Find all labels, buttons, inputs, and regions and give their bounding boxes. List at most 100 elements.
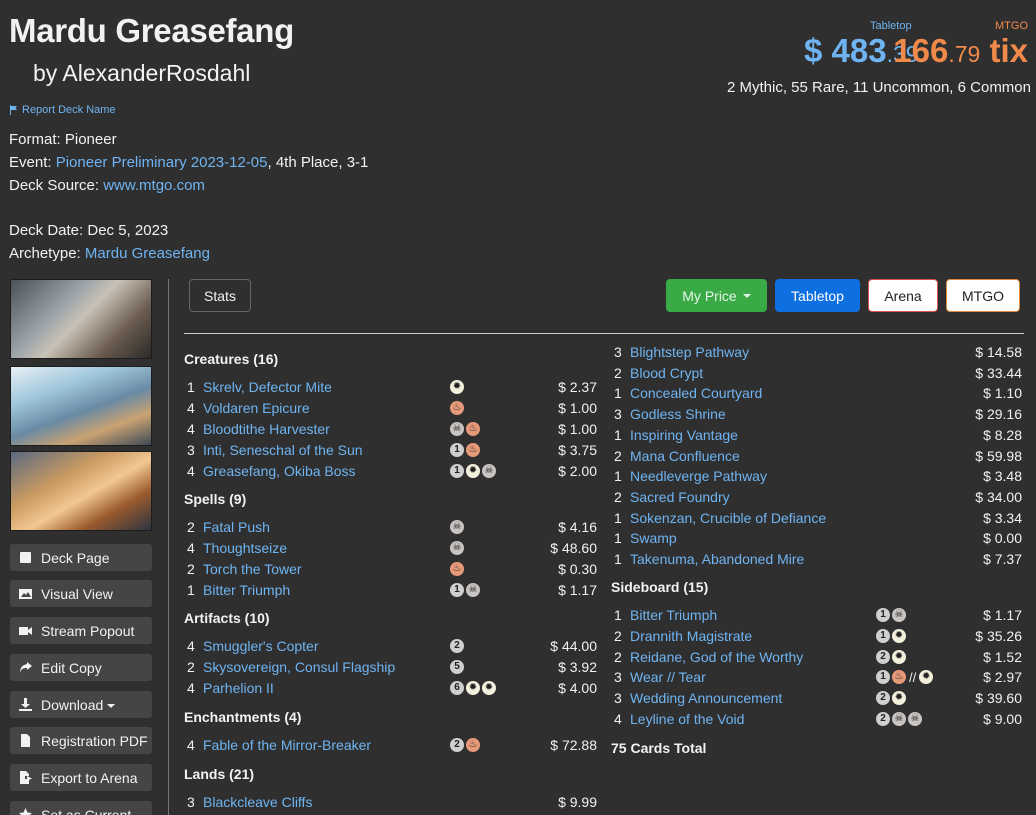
file-pdf-icon <box>21 734 30 747</box>
rarity-summary: 2 Mythic, 55 Rare, 11 Uncommon, 6 Common <box>726 79 1031 96</box>
star-icon <box>19 808 32 815</box>
event-suffix: , 4th Place, 3-1 <box>267 154 369 171</box>
card-name-link[interactable]: Fable of the Mirror-Breaker <box>203 737 371 753</box>
card-quantity: 2 <box>614 488 622 505</box>
visual-view-button[interactable]: Visual View <box>10 580 152 607</box>
card-quantity: 4 <box>187 421 195 437</box>
event-link[interactable]: Pioneer Preliminary 2023-12-05 <box>56 154 268 171</box>
card-price: $ 0.30 <box>558 561 597 577</box>
card-name-link[interactable]: Skrelv, Defector Mite <box>203 379 332 395</box>
generic-mana-icon: 1 <box>876 670 890 685</box>
mana-cost: ✹ <box>450 380 464 394</box>
mtgo-price-button[interactable]: MTGO <box>946 279 1020 312</box>
card-name-link[interactable]: Torch the Tower <box>203 561 302 577</box>
card-name-link[interactable]: Thoughtseize <box>203 540 287 556</box>
card-quantity: 2 <box>614 627 622 644</box>
tabletop-price-main: $ 483 <box>804 32 887 69</box>
card-row: 1 Bitter Triumph 1 ☠ $ 1.17 <box>187 580 597 600</box>
card-name-link[interactable]: Bloodtithe Harvester <box>203 421 330 437</box>
mana-cost: 1 ♨ <box>450 443 480 457</box>
card-price: $ 1.17 <box>558 582 597 598</box>
card-price: $ 9.99 <box>558 794 597 810</box>
card-name-link[interactable]: Takenuma, Abandoned Mire <box>630 551 804 567</box>
card-price: $ 35.26 <box>975 627 1022 644</box>
date-value: Dec 5, 2023 <box>87 222 169 239</box>
card-name-link[interactable]: Leyline of the Void <box>630 711 744 727</box>
set-as-current-button[interactable]: Set as Current <box>10 801 152 815</box>
tabletop-price-label: Tabletop <box>870 20 912 32</box>
download-button[interactable]: Download <box>10 691 152 718</box>
card-name-link[interactable]: Swamp <box>630 530 677 546</box>
date-line: Deck Date: Dec 5, 2023 <box>9 222 168 239</box>
card-name-link[interactable]: Concealed Courtyard <box>630 385 762 401</box>
export-to-arena-button[interactable]: Export to Arena <box>10 764 152 791</box>
white-mana-icon: ✹ <box>450 380 464 394</box>
card-name-link[interactable]: Voldaren Epicure <box>203 400 310 416</box>
card-price: $ 2.37 <box>558 379 597 395</box>
flag-icon <box>10 105 17 115</box>
report-deck-name-link[interactable]: Report Deck Name <box>9 104 116 116</box>
source-line: Deck Source: www.mtgo.com <box>9 177 205 194</box>
my-price-dropdown[interactable]: My Price <box>666 279 767 312</box>
card-name-link[interactable]: Blightstep Pathway <box>630 344 749 360</box>
stream-popout-button[interactable]: Stream Popout <box>10 617 152 644</box>
card-row: 3 Godless Shrine $ 29.16 <box>614 404 1024 424</box>
mtgo-price-main: 166 <box>893 32 949 69</box>
card-name-link[interactable]: Blood Crypt <box>630 365 703 381</box>
card-name-link[interactable]: Fatal Push <box>203 519 270 535</box>
card-name-link[interactable]: Inti, Seneschal of the Sun <box>203 442 363 458</box>
card-quantity: 2 <box>614 447 622 464</box>
card-name-link[interactable]: Greasefang, Okiba Boss <box>203 463 356 479</box>
deck-page-button[interactable]: Deck Page <box>10 544 152 571</box>
card-name-link[interactable]: Wedding Announcement <box>630 690 782 706</box>
card-name-link[interactable]: Bitter Triumph <box>630 607 717 623</box>
card-quantity: 1 <box>187 379 195 395</box>
card-name-link[interactable]: Reidane, God of the Worthy <box>630 649 803 665</box>
card-name-link[interactable]: Bitter Triumph <box>203 582 290 598</box>
sidebar-divider <box>168 279 169 815</box>
stream-popout-label: Stream Popout <box>41 622 135 639</box>
card-name-link[interactable]: Parhelion II <box>203 680 274 696</box>
archetype-link[interactable]: Mardu Greasefang <box>85 245 210 262</box>
section-heading: Enchantments (4) <box>184 709 302 725</box>
export-to-arena-label: Export to Arena <box>41 769 138 786</box>
registration-pdf-button[interactable]: Registration PDF <box>10 727 152 754</box>
card-art-thumbnail[interactable] <box>10 451 152 531</box>
card-price: $ 59.98 <box>975 447 1022 464</box>
card-price: $ 7.37 <box>983 551 1022 567</box>
edit-copy-button[interactable]: Edit Copy <box>10 654 152 681</box>
stats-button[interactable]: Stats <box>189 279 251 312</box>
source-link[interactable]: www.mtgo.com <box>103 177 205 194</box>
card-name-link[interactable]: Sokenzan, Crucible of Defiance <box>630 510 826 526</box>
generic-mana-icon: 2 <box>450 738 464 752</box>
arena-price-button[interactable]: Arena <box>868 279 938 312</box>
mana-cost: 1 ✹ <box>876 628 906 643</box>
card-quantity: 1 <box>614 509 622 526</box>
card-row: 4 Bloodtithe Harvester ☠ ♨ $ 1.00 <box>187 419 597 439</box>
card-name-link[interactable]: Smuggler's Copter <box>203 638 319 654</box>
card-name-link[interactable]: Sacred Foundry <box>630 489 730 505</box>
card-price: $ 44.00 <box>550 638 597 654</box>
red-mana-icon: ♨ <box>466 422 480 436</box>
card-name-link[interactable]: Godless Shrine <box>630 406 726 422</box>
card-row: 2 Drannith Magistrate 1 ✹ $ 35.26 <box>614 626 1024 646</box>
card-name-link[interactable]: Drannith Magistrate <box>630 628 752 644</box>
card-quantity: 3 <box>187 794 195 810</box>
card-name-link[interactable]: Skysovereign, Consul Flagship <box>203 659 395 675</box>
card-art-thumbnail[interactable] <box>10 279 152 359</box>
image-icon <box>19 589 32 599</box>
mana-cost: 2 ✹ <box>876 691 906 706</box>
deck-author: by AlexanderRosdahl <box>33 60 251 86</box>
card-name-link[interactable]: Needleverge Pathway <box>630 468 767 484</box>
card-name-link[interactable]: Wear // Tear <box>630 669 706 685</box>
white-mana-icon: ✹ <box>482 681 496 695</box>
card-art-thumbnail[interactable] <box>10 366 152 446</box>
card-name-link[interactable]: Mana Confluence <box>630 448 740 464</box>
tabletop-price-button[interactable]: Tabletop <box>775 279 860 312</box>
mana-cost: 1 ☠ <box>876 608 906 622</box>
card-name-link[interactable]: Blackcleave Cliffs <box>203 794 312 810</box>
card-price: $ 1.52 <box>983 648 1022 665</box>
card-price: $ 2.97 <box>983 669 1022 686</box>
card-quantity: 1 <box>614 607 622 623</box>
card-name-link[interactable]: Inspiring Vantage <box>630 427 738 443</box>
